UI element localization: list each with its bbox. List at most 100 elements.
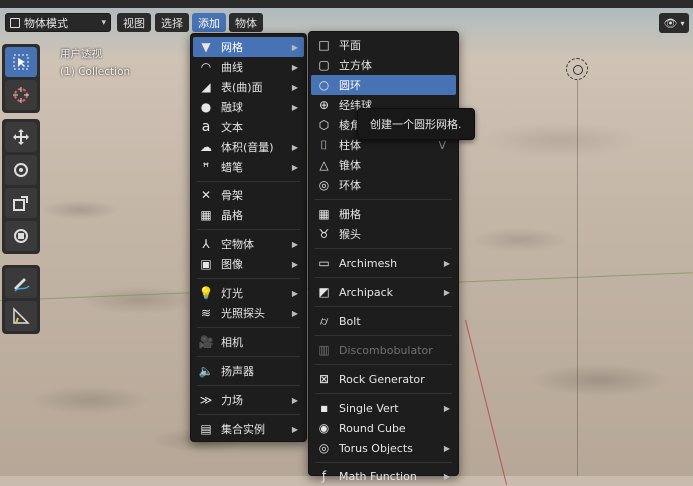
light-probe-icon: ≋ <box>200 306 212 320</box>
add-menu-item-metaball[interactable]: ● 融球 ▶ <box>193 97 304 117</box>
add-menu-item-label: 空物体 <box>221 238 254 251</box>
archimesh-icon: ▭ <box>318 256 330 270</box>
torus-objects-icon: ◎ <box>318 441 330 455</box>
mesh-item-label: 圆环 <box>339 79 361 92</box>
grid-icon: ▦ <box>318 207 330 221</box>
rock-icon: ⊠ <box>318 372 330 386</box>
menu-select[interactable]: 选择 <box>155 13 189 32</box>
menu-separator <box>315 462 452 463</box>
mesh-item-torus-objects[interactable]: ◎ Torus Objects ▶ <box>311 438 456 458</box>
mesh-item-round-cube[interactable]: ◉ Round Cube <box>311 418 456 438</box>
mesh-item-math-function[interactable]: ƒ Math Function ▶ <box>311 466 456 486</box>
submenu-arrow-icon: ▶ <box>291 424 298 434</box>
menu-separator <box>197 356 300 357</box>
transform-icon <box>14 229 28 243</box>
mesh-item-single-vert[interactable]: ■ Single Vert ▶ <box>311 398 456 418</box>
mesh-item-rock-generator[interactable]: ⊠ Rock Generator <box>311 369 456 389</box>
add-menu-item-mesh[interactable]: ▼ 网格 ▶ <box>193 37 304 57</box>
top-toolbar-strip <box>0 0 693 8</box>
mesh-item-circle[interactable]: ○ 圆环 <box>311 75 456 95</box>
submenu-arrow-icon: ▶ <box>443 471 450 481</box>
mesh-item-bolt[interactable]: ⌭ Bolt <box>311 311 456 331</box>
menu-separator <box>197 385 300 386</box>
mesh-item-grid[interactable]: ▦ 栅格 <box>311 204 456 224</box>
menu-add[interactable]: 添加 <box>192 13 226 32</box>
menu-separator <box>315 277 452 278</box>
mesh-item-label: 栅格 <box>339 208 361 221</box>
menu-separator <box>197 278 300 279</box>
add-menu-item-armature[interactable]: ✕ 骨架 <box>193 185 304 205</box>
light-icon: 💡 <box>198 286 214 300</box>
submenu-arrow-icon: ▶ <box>291 82 298 92</box>
menu-separator <box>315 393 452 394</box>
mesh-item-label: Round Cube <box>339 421 406 435</box>
light-object-icon[interactable] <box>566 58 588 80</box>
chevron-down-icon: ▾ <box>101 17 106 28</box>
mesh-item-label: Math Function <box>339 469 417 483</box>
add-menu-item-collection-instance[interactable]: ▤ 集合实例 ▶ <box>193 419 304 439</box>
image-icon: ▣ <box>200 257 212 271</box>
annotate-tool-button[interactable] <box>5 268 37 298</box>
menu-separator <box>315 364 452 365</box>
add-menu-item-light[interactable]: 💡 灯光 ▶ <box>193 283 304 303</box>
circle-icon: ○ <box>318 78 330 92</box>
mesh-item-label: Rock Generator <box>339 372 425 386</box>
mesh-item-label: Discombobulator <box>339 343 433 357</box>
rotate-icon <box>14 163 28 177</box>
mesh-item-label: Archimesh <box>339 256 398 270</box>
add-menu-item-curve[interactable]: ◠ 曲线 ▶ <box>193 57 304 77</box>
add-menu-item-volume[interactable]: ☁ 体积(音量) ▶ <box>193 137 304 157</box>
menu-separator <box>197 327 300 328</box>
mesh-item-label: 猴头 <box>339 228 361 241</box>
scale-icon <box>13 196 28 211</box>
add-menu-item-text[interactable]: a 文本 <box>193 117 304 137</box>
cursor-tool-button[interactable] <box>5 80 37 110</box>
add-menu-item-image[interactable]: ▣ 图像 ▶ <box>193 254 304 274</box>
mesh-item-archipack[interactable]: ◩ Archipack ▶ <box>311 282 456 302</box>
y-axis-line <box>465 319 508 486</box>
mesh-item-torus[interactable]: ◎ 环体 <box>311 175 456 195</box>
add-menu-item-grease-pencil[interactable]: ꟸ 蜡笔 ▶ <box>193 157 304 177</box>
add-menu-item-label: 相机 <box>221 336 243 349</box>
menu-object[interactable]: 物体 <box>229 13 263 32</box>
mode-selector[interactable]: 物体模式 ▾ <box>5 13 111 32</box>
mesh-item-cone[interactable]: △ 锥体 <box>311 155 456 175</box>
select-tool-button[interactable] <box>5 47 37 77</box>
submenu-arrow-icon: ▶ <box>443 403 450 413</box>
add-menu-item-surface[interactable]: ◢ 表(曲)面 ▶ <box>193 77 304 97</box>
tooltip: 创建一个圆形网格. <box>357 108 475 140</box>
mode-label: 物体模式 <box>24 16 68 30</box>
mesh-item-cube[interactable]: ▢ 立方体 <box>311 55 456 75</box>
menu-separator <box>197 181 300 182</box>
mesh-item-archimesh[interactable]: ▭ Archimesh ▶ <box>311 253 456 273</box>
measure-tool-button[interactable] <box>5 301 37 331</box>
mesh-item-plane[interactable]: □ 平面 <box>311 35 456 55</box>
chevron-down-icon: ▾ <box>680 18 685 28</box>
add-menu-item-light-probe[interactable]: ≋ 光照探头 ▶ <box>193 303 304 323</box>
move-tool-button[interactable] <box>5 122 37 152</box>
add-menu-item-label: 表(曲)面 <box>221 81 263 94</box>
menu-separator <box>315 199 452 200</box>
add-menu-item-lattice[interactable]: ▦ 晶格 <box>193 205 304 225</box>
cursor-3d-icon <box>13 87 29 103</box>
toolbar-select-group <box>2 44 40 113</box>
add-menu-item-empty[interactable]: ⅄ 空物体 ▶ <box>193 234 304 254</box>
visibility-toggle[interactable]: 👁 ▾ <box>659 13 689 33</box>
transform-tool-button[interactable] <box>5 221 37 251</box>
menu-view[interactable]: 视图 <box>117 13 151 32</box>
add-menu-item-speaker[interactable]: 🔈 扬声器 <box>193 361 304 381</box>
mesh-item-monkey[interactable]: ♉ 猴头 <box>311 224 456 244</box>
move-icon <box>13 129 29 145</box>
submenu-arrow-icon: ▶ <box>291 102 298 112</box>
grease-pencil-icon: ꟸ <box>202 160 210 174</box>
light-object-line <box>577 80 578 476</box>
add-menu-item-camera[interactable]: 🎥 相机 <box>193 332 304 352</box>
add-menu-item-force-field[interactable]: ≫ 力场 ▶ <box>193 390 304 410</box>
archipack-icon: ◩ <box>318 285 330 299</box>
mesh-item-label: Archipack <box>339 285 394 299</box>
rotate-tool-button[interactable] <box>5 155 37 185</box>
scale-tool-button[interactable] <box>5 188 37 218</box>
add-menu-item-label: 集合实例 <box>221 423 265 436</box>
speaker-icon: 🔈 <box>198 364 214 378</box>
mesh-item-label: 立方体 <box>339 59 372 72</box>
